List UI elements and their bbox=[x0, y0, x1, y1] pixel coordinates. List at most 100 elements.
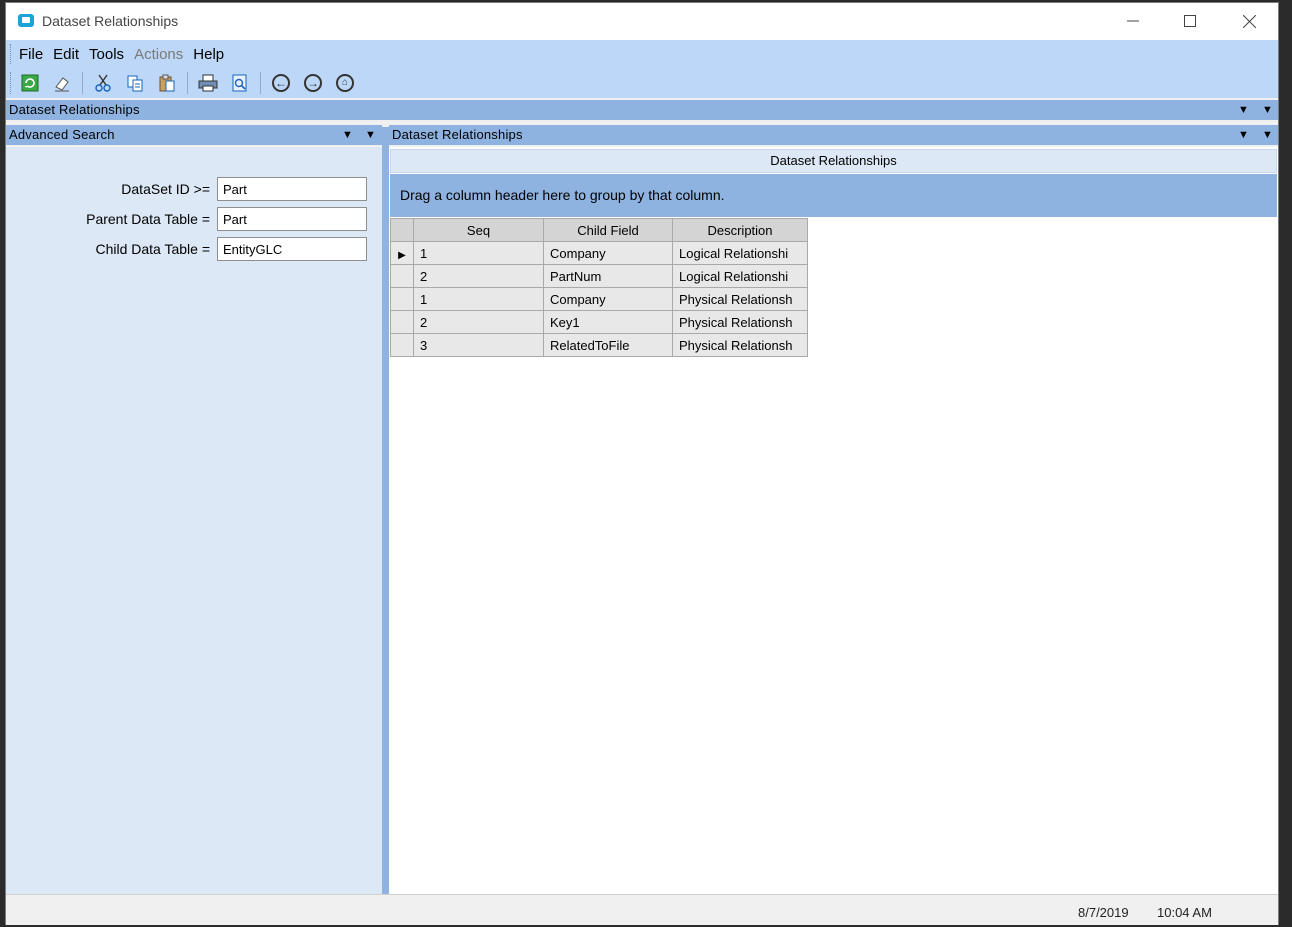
maximize-button[interactable] bbox=[1167, 7, 1213, 35]
toolbar-separator bbox=[260, 72, 261, 94]
group-by-area[interactable]: Drag a column header here to group by th… bbox=[390, 174, 1277, 217]
advanced-search-panel: DataSet ID >= Parent Data Table = Child … bbox=[6, 147, 382, 894]
pin-icon[interactable]: ▼ bbox=[1262, 125, 1273, 145]
forward-icon: → bbox=[304, 74, 322, 92]
paste-button[interactable] bbox=[155, 72, 179, 94]
back-icon: ← bbox=[272, 74, 290, 92]
dataset-id-row: DataSet ID >= bbox=[6, 177, 382, 201]
table-row[interactable]: ▶ 1 Company Logical Relationshi bbox=[390, 241, 808, 265]
status-bar: 8/7/2019 10:04 AM bbox=[6, 894, 1278, 925]
cell-seq[interactable]: 2 bbox=[413, 310, 544, 334]
row-selector[interactable] bbox=[390, 310, 414, 334]
column-header-child-field[interactable]: Child Field bbox=[543, 218, 673, 242]
child-table-row: Child Data Table = bbox=[6, 237, 382, 261]
row-selector[interactable] bbox=[390, 287, 414, 311]
dock-title-advanced-search: Advanced Search bbox=[9, 127, 115, 142]
menu-actions[interactable]: Actions bbox=[129, 44, 188, 66]
print-icon bbox=[198, 74, 218, 92]
close-icon bbox=[1242, 14, 1256, 28]
copy-button[interactable] bbox=[123, 72, 147, 94]
minimize-icon bbox=[1127, 20, 1139, 22]
child-table-input[interactable] bbox=[217, 237, 367, 261]
dock-header-advanced-search: Advanced Search ▼ ▼ bbox=[6, 125, 382, 145]
title-bar: Dataset Relationships bbox=[6, 3, 1278, 40]
cell-child-field[interactable]: PartNum bbox=[543, 264, 673, 288]
table-row[interactable]: 2 PartNum Logical Relationshi bbox=[390, 264, 808, 288]
dataset-id-label: DataSet ID >= bbox=[121, 181, 210, 197]
paste-icon bbox=[159, 74, 175, 92]
dock-title-grid: Dataset Relationships bbox=[392, 127, 523, 142]
panel-splitter[interactable] bbox=[382, 127, 389, 894]
menu-file[interactable]: File bbox=[14, 44, 48, 66]
dataset-id-input[interactable] bbox=[217, 177, 367, 201]
pin-icon[interactable]: ▼ bbox=[1262, 100, 1273, 120]
table-row[interactable]: 2 Key1 Physical Relationsh bbox=[390, 310, 808, 334]
table-row[interactable]: 3 RelatedToFile Physical Relationsh bbox=[390, 333, 808, 357]
menu-help[interactable]: Help bbox=[188, 44, 229, 66]
status-date: 8/7/2019 bbox=[1078, 905, 1129, 920]
refresh-icon bbox=[21, 74, 39, 92]
toolbar-separator bbox=[187, 72, 188, 94]
cell-description[interactable]: Physical Relationsh bbox=[672, 287, 808, 311]
cell-seq[interactable]: 1 bbox=[413, 287, 544, 311]
grid-caption: Dataset Relationships bbox=[390, 149, 1277, 173]
cell-seq[interactable]: 2 bbox=[413, 264, 544, 288]
dock-header-main: Dataset Relationships ▼ ▼ bbox=[6, 100, 1278, 120]
close-button[interactable] bbox=[1226, 7, 1272, 35]
child-table-label: Child Data Table = bbox=[95, 241, 210, 257]
cell-description[interactable]: Logical Relationshi bbox=[672, 264, 808, 288]
chevron-down-icon[interactable]: ▼ bbox=[1238, 125, 1249, 145]
row-selector[interactable] bbox=[390, 333, 414, 357]
window-title: Dataset Relationships bbox=[42, 13, 179, 29]
back-button[interactable]: ← bbox=[269, 72, 293, 94]
row-selector[interactable]: ▶ bbox=[390, 241, 414, 265]
column-header-seq[interactable]: Seq bbox=[413, 218, 544, 242]
cell-child-field[interactable]: Company bbox=[543, 241, 673, 265]
chevron-down-icon[interactable]: ▼ bbox=[342, 125, 353, 145]
parent-table-label: Parent Data Table = bbox=[86, 211, 210, 227]
menubar: File Edit Tools Actions Help bbox=[14, 44, 229, 66]
toolbar-grip[interactable] bbox=[10, 72, 14, 94]
dock-title-main: Dataset Relationships bbox=[9, 102, 140, 117]
row-selector[interactable] bbox=[390, 264, 414, 288]
toolbar: ← → ⌂ bbox=[18, 71, 365, 95]
app-window: Dataset Relationships File Edit Tools Ac… bbox=[5, 2, 1279, 925]
clear-icon bbox=[55, 77, 69, 92]
menu-edit[interactable]: Edit bbox=[48, 44, 84, 66]
refresh-button[interactable] bbox=[18, 72, 42, 94]
print-preview-icon bbox=[232, 74, 247, 92]
grid-header-row: Seq Child Field Description bbox=[390, 218, 808, 242]
menu-tools[interactable]: Tools bbox=[84, 44, 129, 66]
app-icon bbox=[18, 14, 34, 27]
parent-table-row: Parent Data Table = bbox=[6, 207, 382, 231]
forward-button[interactable]: → bbox=[301, 72, 325, 94]
parent-table-input[interactable] bbox=[217, 207, 367, 231]
table-row[interactable]: 1 Company Physical Relationsh bbox=[390, 287, 808, 311]
cell-description[interactable]: Physical Relationsh bbox=[672, 333, 808, 357]
home-button[interactable]: ⌂ bbox=[333, 72, 357, 94]
cut-button[interactable] bbox=[91, 72, 115, 94]
row-selector-header bbox=[390, 218, 414, 242]
column-header-description[interactable]: Description bbox=[672, 218, 808, 242]
maximize-icon bbox=[1184, 15, 1196, 27]
print-button[interactable] bbox=[196, 72, 220, 94]
cell-seq[interactable]: 1 bbox=[413, 241, 544, 265]
menubar-area: File Edit Tools Actions Help ← → ⌂ bbox=[6, 40, 1278, 98]
cell-child-field[interactable]: Key1 bbox=[543, 310, 673, 334]
minimize-button[interactable] bbox=[1110, 7, 1156, 35]
cell-description[interactable]: Physical Relationsh bbox=[672, 310, 808, 334]
chevron-down-icon[interactable]: ▼ bbox=[1238, 100, 1249, 120]
pin-icon[interactable]: ▼ bbox=[365, 125, 376, 145]
cut-icon bbox=[95, 74, 111, 92]
current-row-icon: ▶ bbox=[398, 249, 406, 261]
cell-child-field[interactable]: Company bbox=[543, 287, 673, 311]
grid-panel: Dataset Relationships Drag a column head… bbox=[389, 147, 1278, 894]
cell-seq[interactable]: 3 bbox=[413, 333, 544, 357]
print-preview-button[interactable] bbox=[228, 72, 252, 94]
relationships-grid: Seq Child Field Description ▶ 1 Company … bbox=[390, 218, 808, 357]
status-time: 10:04 AM bbox=[1157, 905, 1212, 920]
cell-child-field[interactable]: RelatedToFile bbox=[543, 333, 673, 357]
cell-description[interactable]: Logical Relationshi bbox=[672, 241, 808, 265]
clear-button[interactable] bbox=[50, 72, 74, 94]
toolbar-separator bbox=[82, 72, 83, 94]
